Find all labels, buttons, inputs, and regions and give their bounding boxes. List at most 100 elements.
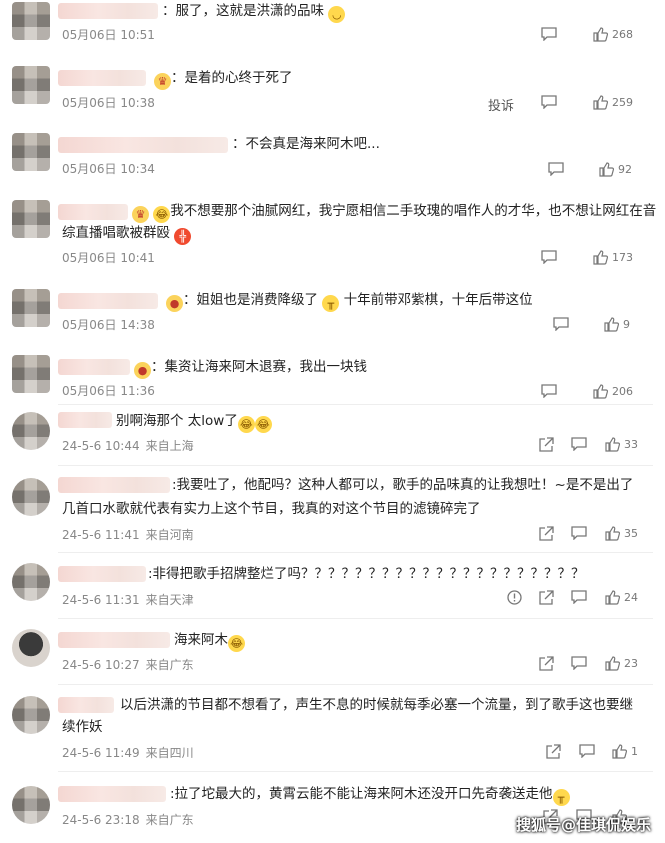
reply-button[interactable] <box>541 384 557 398</box>
reply-button[interactable] <box>541 95 557 109</box>
thumbs-up-icon <box>612 744 627 759</box>
reply-button[interactable] <box>579 744 595 758</box>
divider <box>58 404 653 405</box>
comment-icon <box>571 590 587 604</box>
like-button[interactable]: 206 <box>593 384 633 399</box>
comment-text: :我要吐了，他配吗？这种人都可以，歌手的品味真的让我想吐！~是不是出了 <box>172 477 634 493</box>
comment-date: 05月06日 10:41 <box>62 251 155 265</box>
reply-button[interactable] <box>541 27 557 41</box>
badge-icon: ● <box>166 295 183 312</box>
comment-text-line2: 几首口水歌就代表有实力上这个节目，我真的对这个节目的滤镜碎完了 <box>62 501 481 517</box>
like-button[interactable]: 173 <box>593 250 633 265</box>
comment-text: 别啊海那个 太low了 😂 😂 <box>116 410 272 433</box>
like-button[interactable]: 92 <box>599 162 632 177</box>
avatar[interactable] <box>12 478 50 516</box>
username-blurred[interactable] <box>58 412 112 428</box>
share-button[interactable] <box>546 744 561 759</box>
comment-text: ♛ ：是着的心终于死了 <box>154 67 293 90</box>
share-icon <box>539 526 554 541</box>
avatar[interactable] <box>12 2 50 40</box>
thumbs-up-icon <box>605 656 620 671</box>
username-blurred[interactable] <box>58 786 166 802</box>
comment-meta: 24-5-6 11:31 来自天津 <box>62 591 194 608</box>
divider <box>58 618 653 619</box>
like-count: 35 <box>624 527 638 540</box>
report-icon <box>507 590 522 605</box>
share-button[interactable] <box>539 437 554 452</box>
avatar[interactable] <box>12 412 50 450</box>
like-button[interactable]: 23 <box>605 656 638 671</box>
angry-emoji-icon: ╬ <box>174 228 192 245</box>
share-button[interactable] <box>539 590 554 605</box>
like-count: 24 <box>624 591 638 604</box>
laugh-cry-emoji-icon: 😂 <box>228 635 245 652</box>
comment-text: :非得把歌手招牌整烂了吗？？？？？？？？？？？？？？？？？？？？？ <box>148 566 585 582</box>
username-blurred[interactable] <box>58 293 158 309</box>
avatar[interactable] <box>12 355 50 393</box>
comment-icon <box>571 526 587 540</box>
avatar[interactable] <box>12 200 50 238</box>
crown-badge-icon: ♛ <box>154 73 171 90</box>
share-icon <box>539 590 554 605</box>
comment-text: ♛ 😂 我不想要那个油腻网红，我宁愿相信二手玫瑰的唱作人的才华，也不想让网红在音 <box>132 200 656 223</box>
like-button[interactable]: 1 <box>612 744 638 759</box>
reply-button[interactable] <box>571 526 587 540</box>
avatar[interactable] <box>12 629 50 667</box>
comment-text: ● ：集资让海来阿木退赛，我出一块钱 <box>134 356 367 379</box>
comment-date: 05月06日 11:36 <box>62 384 155 398</box>
comment-meta: 24-5-6 10:27 来自广东 <box>62 656 194 673</box>
comment-location: 来自天津 <box>145 593 194 607</box>
username-blurred[interactable] <box>58 137 228 153</box>
username-blurred[interactable] <box>58 632 170 648</box>
crown-badge-icon: ♛ <box>132 206 149 223</box>
like-button[interactable]: 9 <box>604 317 630 332</box>
comment-meta: 24-5-6 11:49 来自四川 <box>62 744 194 761</box>
avatar[interactable] <box>12 786 50 824</box>
reply-button[interactable] <box>548 162 564 176</box>
comment-meta: 24-5-6 11:41 来自河南 <box>62 526 194 543</box>
avatar[interactable] <box>12 289 50 327</box>
share-button[interactable] <box>539 656 554 671</box>
username-blurred[interactable] <box>58 70 146 86</box>
comment-location: 来自广东 <box>145 813 194 827</box>
like-button[interactable]: 268 <box>593 27 633 42</box>
like-button[interactable]: 259 <box>593 95 633 110</box>
username-blurred[interactable] <box>58 477 170 493</box>
like-count: 23 <box>624 657 638 670</box>
reply-button[interactable] <box>571 437 587 451</box>
comment-text: ：不会真是海来阿木吧... <box>232 136 380 152</box>
avatar[interactable] <box>12 563 50 601</box>
comment-location: 来自广东 <box>145 658 194 672</box>
divider <box>58 465 653 466</box>
like-count: 206 <box>612 385 633 398</box>
like-count: 9 <box>623 318 630 331</box>
share-button[interactable] <box>539 526 554 541</box>
report-button[interactable] <box>507 590 522 605</box>
reply-button[interactable] <box>541 250 557 264</box>
smile-emoji-icon: ◡ <box>328 6 346 23</box>
avatar[interactable] <box>12 66 50 104</box>
username-blurred[interactable] <box>58 204 128 220</box>
username-blurred[interactable] <box>58 3 158 19</box>
like-button[interactable]: 24 <box>605 590 638 605</box>
avatar[interactable] <box>12 696 50 734</box>
comment-text: 以后洪潇的节目都不想看了，声生不息的时候就每季必塞一个流量，到了歌手这也要继 <box>120 697 633 713</box>
like-button[interactable]: 33 <box>605 437 638 452</box>
username-blurred[interactable] <box>58 697 114 713</box>
report-button[interactable]: 投诉 <box>488 95 514 114</box>
comment-icon <box>541 384 557 398</box>
reply-button[interactable] <box>571 590 587 604</box>
like-count: 33 <box>624 438 638 451</box>
username-blurred[interactable] <box>58 359 130 375</box>
share-icon <box>546 744 561 759</box>
like-button[interactable]: 35 <box>605 526 638 541</box>
username-blurred[interactable] <box>58 566 146 582</box>
comment-icon <box>553 317 569 331</box>
reply-button[interactable] <box>571 656 587 670</box>
avatar[interactable] <box>12 133 50 171</box>
reply-button[interactable] <box>553 317 569 331</box>
comment-date: 05月06日 14:38 <box>62 318 155 332</box>
thumbs-up-icon <box>593 250 608 265</box>
like-count: 1 <box>631 745 638 758</box>
divider <box>58 684 653 685</box>
